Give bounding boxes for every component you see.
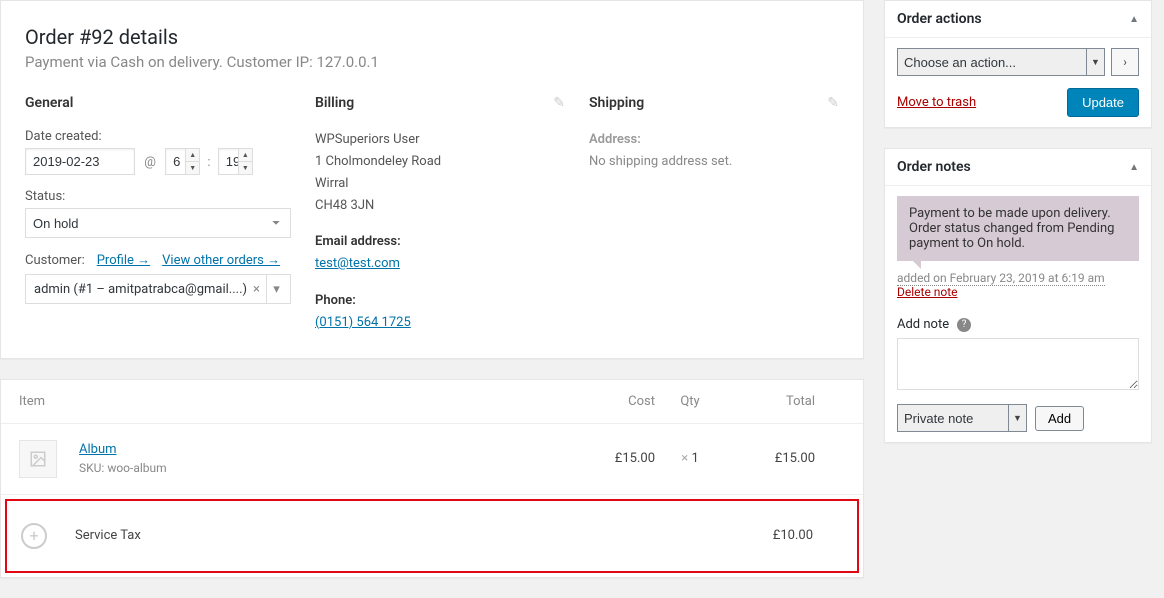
order-actions-heading[interactable]: Order actions ▲	[885, 1, 1151, 38]
header-total: Total	[725, 394, 815, 409]
shipping-address-label: Address:	[589, 132, 641, 147]
fee-row-highlight: + Service Tax £10.00	[5, 499, 859, 573]
add-note-button[interactable]: Add	[1035, 406, 1084, 431]
billing-name: WPSuperiors User	[315, 129, 565, 151]
customer-select[interactable]: admin (#1 – amitpatrabca@gmail....) × ▾	[25, 274, 291, 304]
fee-total: £10.00	[723, 528, 813, 543]
phone-label: Phone:	[315, 290, 565, 312]
item-name-link[interactable]: Album	[79, 442, 117, 457]
profile-link[interactable]: Profile →	[97, 252, 150, 268]
billing-line1: 1 Cholmondeley Road	[315, 151, 565, 173]
view-orders-link[interactable]: View other orders →	[162, 252, 280, 268]
billing-city: Wirral	[315, 173, 565, 195]
add-note-textarea[interactable]	[897, 338, 1139, 390]
order-notes-panel: Order notes ▲ Payment to be made upon de…	[884, 148, 1152, 443]
billing-email-link[interactable]: test@test.com	[315, 256, 400, 271]
billing-column: ✎ Billing WPSuperiors User 1 Cholmondele…	[315, 95, 565, 334]
order-details-panel: Order #92 details Payment via Cash on de…	[0, 0, 864, 359]
date-created-input[interactable]	[25, 148, 135, 175]
shipping-heading: Shipping	[589, 95, 839, 111]
add-note-label: Add note	[897, 317, 949, 332]
customer-caret-icon: ▾	[266, 275, 286, 303]
product-thumb-placeholder-icon	[19, 440, 57, 478]
fee-plus-icon: +	[21, 523, 47, 549]
item-qty: × 1	[655, 451, 725, 466]
customer-value: admin (#1 – amitpatrabca@gmail....)	[34, 282, 247, 297]
shipping-column: ✎ Shipping Address: No shipping address …	[589, 95, 839, 334]
item-cost: £15.00	[565, 451, 655, 466]
at-separator: @	[144, 155, 156, 170]
date-created-label: Date created:	[25, 129, 291, 144]
minute-spinner[interactable]: ▲▼	[238, 149, 252, 174]
order-actions-panel: Order actions ▲ Choose an action... ▼ › …	[884, 0, 1152, 128]
time-colon: :	[207, 155, 210, 170]
item-row: Album SKU: woo-album £15.00 × 1 £15.00	[1, 424, 863, 495]
billing-heading: Billing	[315, 95, 565, 111]
order-title: Order #92 details	[25, 25, 839, 49]
edit-billing-icon[interactable]: ✎	[553, 95, 565, 111]
help-icon[interactable]: ?	[957, 318, 971, 332]
apply-action-button[interactable]: ›	[1111, 48, 1139, 76]
order-subtitle: Payment via Cash on delivery. Customer I…	[25, 53, 839, 71]
item-total: £15.00	[725, 451, 815, 466]
order-notes-heading[interactable]: Order notes ▲	[885, 149, 1151, 186]
billing-phone-link[interactable]: (0151) 564 1725	[315, 315, 411, 330]
header-qty: Qty	[655, 394, 725, 409]
customer-label: Customer:	[25, 253, 85, 268]
system-note: Payment to be made upon delivery. Order …	[897, 196, 1139, 261]
note-meta: added on February 23, 2019 at 6:19 am De…	[897, 271, 1139, 299]
hour-spinner[interactable]: ▲▼	[185, 149, 199, 174]
billing-postcode: CH48 3JN	[315, 195, 565, 217]
general-heading: General	[25, 95, 291, 111]
status-select[interactable]: On hold	[25, 208, 291, 238]
header-cost: Cost	[565, 394, 655, 409]
order-items-panel: Item Cost Qty Total Album SKU: woo-album…	[0, 379, 864, 578]
email-label: Email address:	[315, 231, 565, 253]
general-column: General Date created: @ ▲▼ : ▲▼	[25, 95, 291, 334]
update-button[interactable]: Update	[1067, 88, 1139, 117]
move-to-trash-link[interactable]: Move to trash	[897, 95, 976, 110]
items-header-row: Item Cost Qty Total	[1, 380, 863, 424]
status-label: Status:	[25, 189, 291, 204]
shipping-no-address: No shipping address set.	[589, 154, 732, 169]
collapse-icon: ▲	[1129, 14, 1139, 25]
order-action-select[interactable]: Choose an action...	[897, 48, 1105, 76]
header-item: Item	[19, 394, 565, 409]
edit-shipping-icon[interactable]: ✎	[827, 95, 839, 111]
collapse-icon: ▲	[1129, 162, 1139, 173]
customer-clear-icon[interactable]: ×	[253, 282, 260, 297]
delete-note-link[interactable]: Delete note	[897, 285, 958, 299]
note-type-select[interactable]: Private note	[897, 404, 1027, 432]
fee-name: Service Tax	[75, 528, 563, 543]
item-sku: SKU: woo-album	[79, 461, 565, 475]
